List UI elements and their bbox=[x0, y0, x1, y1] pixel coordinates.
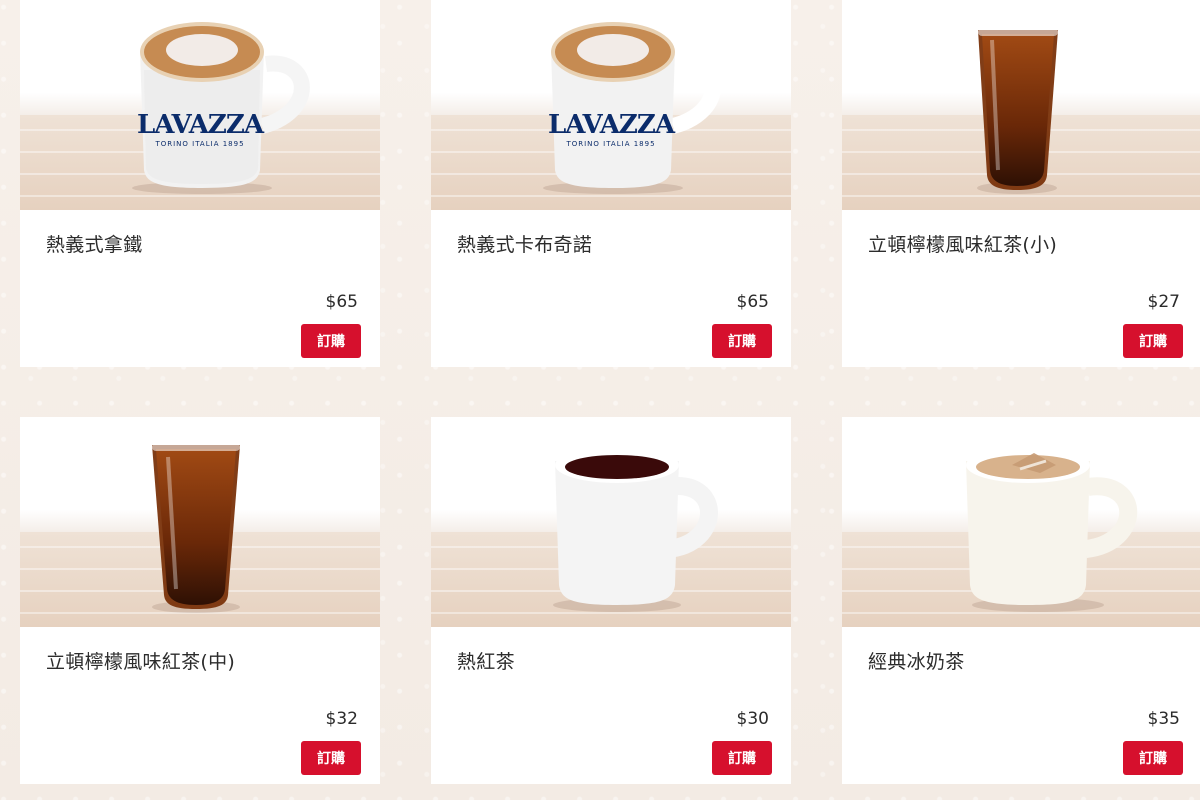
hot-tea-mug-icon bbox=[553, 447, 718, 612]
milk-tea-mug-icon bbox=[966, 447, 1138, 612]
product-card-lipton-medium: 立頓檸檬風味紅茶(中) $32 訂購 bbox=[20, 417, 380, 784]
product-image-latte: LAVAZZA TORINO ITALIA 1895 bbox=[20, 0, 380, 210]
product-image-lipton-medium bbox=[20, 417, 380, 627]
lavazza-cappuccino-cup-icon bbox=[543, 22, 721, 194]
product-price: $32 bbox=[325, 709, 358, 729]
product-price: $65 bbox=[736, 292, 769, 312]
product-name: 熱義式卡布奇諾 bbox=[457, 234, 593, 256]
product-image-hot-tea bbox=[431, 417, 791, 627]
product-card-milk-tea: 經典冰奶茶 $35 訂購 bbox=[842, 417, 1200, 784]
lavazza-logo: LAVAZZA bbox=[136, 110, 264, 140]
product-price: $30 bbox=[736, 709, 769, 729]
product-price: $27 bbox=[1147, 292, 1180, 312]
lavazza-logo-sub: TORINO ITALIA 1895 bbox=[155, 140, 245, 148]
product-name: 立頓檸檬風味紅茶(小) bbox=[868, 234, 1058, 256]
order-button[interactable]: 訂購 bbox=[1123, 741, 1183, 775]
product-image-cappuccino: LAVAZZA TORINO ITALIA 1895 bbox=[431, 0, 791, 210]
order-button[interactable]: 訂購 bbox=[712, 324, 772, 358]
product-name: 經典冰奶茶 bbox=[868, 651, 965, 673]
product-image-lipton-small bbox=[842, 0, 1200, 210]
product-card-latte: LAVAZZA TORINO ITALIA 1895 熱義式拿鐵 $65 訂購 bbox=[20, 0, 380, 367]
product-name: 熱紅茶 bbox=[457, 651, 515, 673]
order-button[interactable]: 訂購 bbox=[301, 324, 361, 358]
product-name: 立頓檸檬風味紅茶(中) bbox=[46, 651, 236, 673]
lavazza-latte-cup-icon bbox=[132, 22, 310, 194]
product-card-hot-tea: 熱紅茶 $30 訂購 bbox=[431, 417, 791, 784]
product-card-lipton-small: 立頓檸檬風味紅茶(小) $27 訂購 bbox=[842, 0, 1200, 367]
product-image-milk-tea bbox=[842, 417, 1200, 627]
order-button[interactable]: 訂購 bbox=[301, 741, 361, 775]
lavazza-logo-sub: TORINO ITALIA 1895 bbox=[566, 140, 656, 148]
iced-tea-glass-small-icon bbox=[977, 28, 1058, 194]
product-price: $65 bbox=[325, 292, 358, 312]
product-card-cappuccino: LAVAZZA TORINO ITALIA 1895 熱義式卡布奇諾 $65 訂… bbox=[431, 0, 791, 367]
order-button[interactable]: 訂購 bbox=[1123, 324, 1183, 358]
order-button[interactable]: 訂購 bbox=[712, 741, 772, 775]
iced-tea-glass-medium-icon bbox=[152, 443, 240, 613]
product-name: 熱義式拿鐵 bbox=[46, 234, 143, 256]
lavazza-logo: LAVAZZA bbox=[547, 110, 675, 140]
product-price: $35 bbox=[1147, 709, 1180, 729]
